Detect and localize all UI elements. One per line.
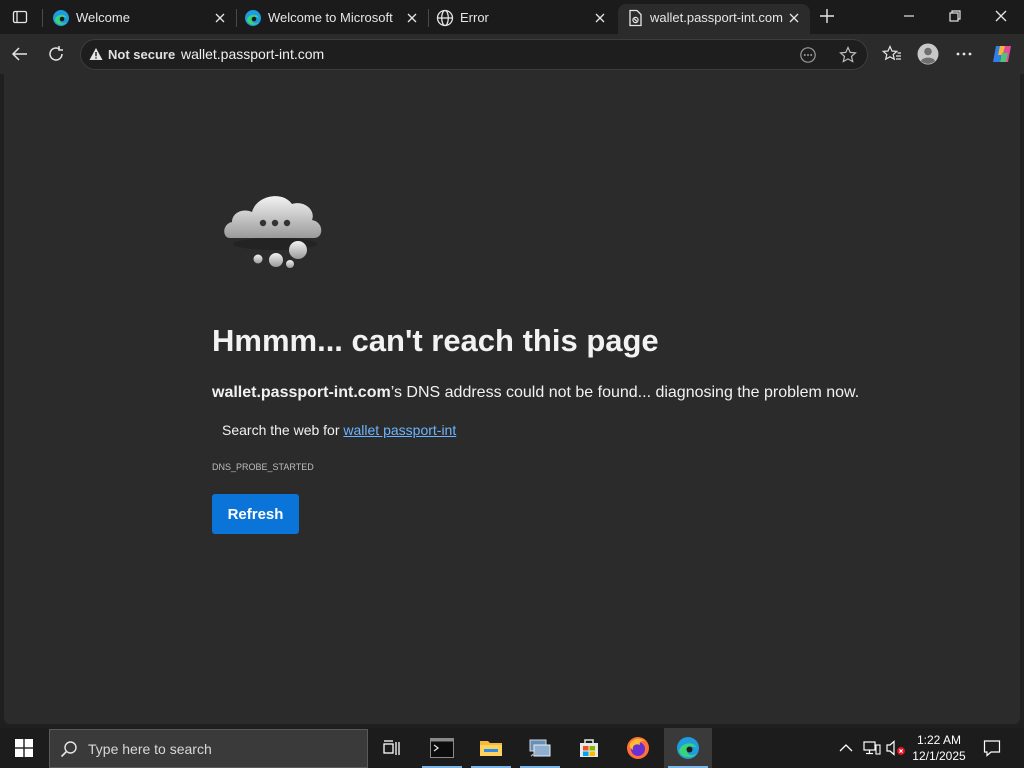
favorite-star-icon[interactable] bbox=[839, 46, 857, 69]
edge-taskbar-icon[interactable] bbox=[664, 728, 712, 768]
settings-more-icon[interactable] bbox=[950, 40, 978, 68]
tab-title: wallet.passport-int.com bbox=[650, 10, 783, 25]
close-tab-icon[interactable] bbox=[402, 8, 422, 28]
network-app-icon[interactable] bbox=[516, 728, 564, 768]
edge-icon bbox=[244, 9, 262, 27]
tab-title: Welcome to Microsoft E bbox=[268, 10, 394, 25]
close-tab-icon[interactable] bbox=[210, 8, 230, 28]
tab-separator bbox=[42, 9, 43, 27]
system-clock[interactable]: 1:22 AM 12/1/2025 bbox=[906, 732, 972, 764]
refresh-button[interactable]: Refresh bbox=[212, 494, 299, 534]
copilot-icon[interactable] bbox=[988, 40, 1016, 68]
not-secure-label[interactable]: Not secure bbox=[108, 47, 175, 62]
close-window-icon[interactable] bbox=[987, 2, 1015, 30]
error-message: wallet.passport-int.com’s DNS address co… bbox=[212, 384, 859, 402]
back-icon[interactable] bbox=[6, 40, 34, 68]
globe-icon bbox=[436, 9, 454, 27]
tab-title: Welcome bbox=[76, 10, 130, 25]
error-headline: Hmmm... can't reach this page bbox=[212, 323, 659, 358]
search-suggestion: Search the web for wallet passport-int bbox=[222, 422, 456, 438]
search-prefix: Search the web for bbox=[222, 422, 344, 438]
terminal-app-icon[interactable] bbox=[418, 728, 466, 768]
minimize-icon[interactable] bbox=[895, 2, 923, 30]
new-tab-icon[interactable] bbox=[813, 2, 841, 30]
tab-title: Error bbox=[460, 10, 489, 25]
page-error-icon bbox=[626, 9, 644, 27]
firefox-icon[interactable] bbox=[614, 728, 662, 768]
tab-welcome-edge[interactable]: Welcome to Microsoft E bbox=[236, 4, 428, 34]
error-host: wallet.passport-int.com bbox=[212, 384, 391, 401]
search-web-link[interactable]: wallet passport-int bbox=[343, 422, 456, 438]
tab-welcome[interactable]: Welcome bbox=[44, 4, 236, 34]
show-hidden-icons-chevron-icon[interactable] bbox=[832, 734, 860, 762]
address-bar[interactable]: Not secure wallet.passport-int.com bbox=[80, 39, 868, 70]
restore-icon[interactable] bbox=[941, 2, 969, 30]
edge-icon bbox=[52, 9, 70, 27]
tab-wallet-passport[interactable]: wallet.passport-int.com bbox=[618, 4, 810, 34]
windows-taskbar: Type here to search 1:22 AM 12/1/2025 bbox=[0, 728, 1024, 768]
notifications-icon[interactable] bbox=[978, 734, 1006, 762]
more-options-circle-icon[interactable] bbox=[799, 46, 817, 69]
tab-strip: Welcome Welcome to Microsoft E Error wal… bbox=[0, 0, 1024, 34]
favorites-icon[interactable] bbox=[878, 40, 906, 68]
search-placeholder: Type here to search bbox=[88, 741, 212, 757]
error-code: DNS_PROBE_STARTED bbox=[212, 462, 314, 472]
clock-date: 12/1/2025 bbox=[912, 749, 966, 763]
profile-avatar-icon[interactable] bbox=[914, 40, 942, 68]
taskbar-search-box[interactable]: Type here to search bbox=[49, 729, 368, 768]
windows-start-icon[interactable] bbox=[0, 728, 48, 768]
clock-time: 1:22 AM bbox=[916, 733, 962, 747]
browser-toolbar: Not secure wallet.passport-int.com bbox=[0, 34, 1024, 74]
warning-icon[interactable] bbox=[89, 47, 103, 66]
microsoft-store-icon[interactable] bbox=[565, 728, 613, 768]
url-text[interactable]: wallet.passport-int.com bbox=[181, 46, 324, 62]
tab-error[interactable]: Error bbox=[428, 4, 616, 34]
close-tab-icon[interactable] bbox=[590, 8, 610, 28]
tab-actions-icon[interactable] bbox=[6, 3, 34, 31]
file-explorer-icon[interactable] bbox=[467, 728, 515, 768]
cloud-error-icon bbox=[220, 186, 330, 275]
close-tab-icon[interactable] bbox=[784, 8, 804, 28]
task-view-icon[interactable] bbox=[368, 728, 416, 768]
refresh-icon[interactable] bbox=[42, 40, 70, 68]
search-icon bbox=[60, 740, 78, 763]
error-message-text: ’s DNS address could not be found... dia… bbox=[390, 384, 860, 401]
error-page: Hmmm... can't reach this page wallet.pas… bbox=[4, 74, 1020, 724]
